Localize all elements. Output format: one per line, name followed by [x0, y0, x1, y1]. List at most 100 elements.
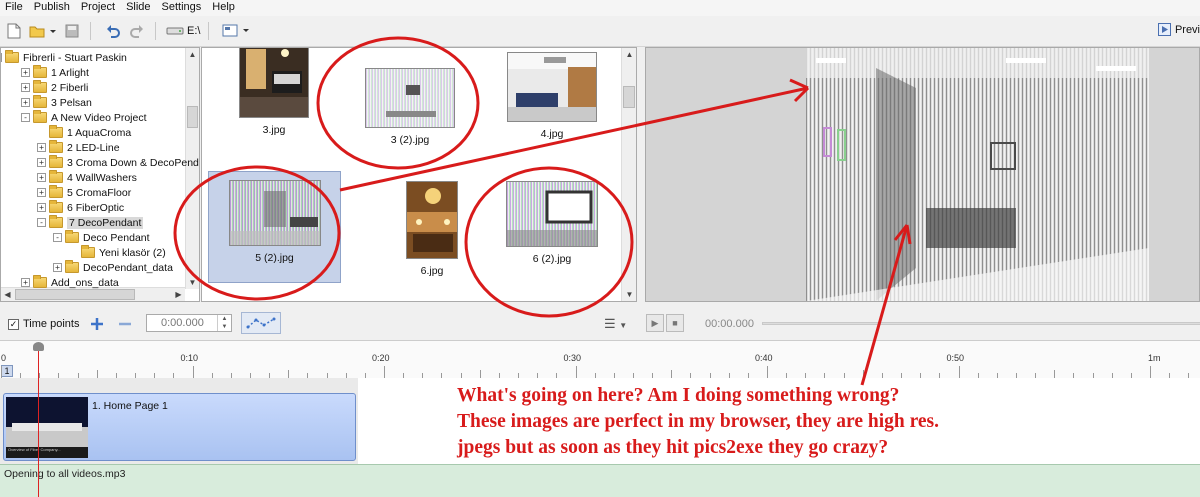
menu-settings[interactable]: Settings [157, 0, 208, 16]
new-file-icon[interactable] [4, 21, 24, 41]
tree-item[interactable]: 1 AquaCroma [37, 125, 131, 140]
expand-icon[interactable]: + [53, 263, 62, 272]
tree-item-label: Deco Pendant [83, 231, 150, 244]
timepoints-checkbox[interactable]: ✓ [8, 318, 19, 330]
scroll-left-arrow-icon[interactable]: ◀ [1, 288, 14, 301]
add-timepoint-icon[interactable] [89, 316, 105, 332]
redo-icon[interactable] [127, 21, 147, 41]
tree-item-label: 2 Fiberli [51, 81, 89, 94]
scroll-thumb[interactable] [187, 106, 198, 128]
folder-icon [49, 170, 63, 183]
time-spinner-icon[interactable]: ▲ ▼ [217, 315, 231, 331]
folder-icon [33, 95, 47, 108]
list-menu-icon[interactable]: ☰ ▼ [604, 316, 627, 332]
tree-item[interactable]: Yeni klasör (2) [69, 245, 166, 260]
tree-item[interactable]: + DecoPendant_data [53, 260, 173, 275]
thumbnail-item[interactable]: 4.jpg [492, 48, 612, 162]
tree-item[interactable]: +3 Pelsan [21, 95, 92, 110]
folder-icon [49, 125, 63, 138]
playback-seekbar[interactable] [762, 322, 1200, 325]
thumbnail-image [507, 52, 597, 122]
preview-button[interactable]: Previ [1157, 23, 1200, 36]
tree-item-label: 6 FiberOptic [67, 201, 125, 214]
tree-item[interactable]: - A New Video Project [21, 110, 147, 125]
tree-item[interactable]: +6 FiberOptic [37, 200, 124, 215]
playhead-handle[interactable] [33, 342, 44, 351]
curve-editor-button[interactable] [241, 312, 281, 334]
play-icon[interactable]: ▶ [646, 314, 664, 332]
playback-controls: ▶ ■ [646, 314, 684, 332]
slide-number-badge[interactable]: 1 [1, 365, 13, 377]
thumbnail-item[interactable]: 6 (2).jpg [492, 171, 612, 291]
slide-clip[interactable]: Overview of Fiber Company... 1. Home Pag… [3, 393, 356, 461]
tree-item[interactable]: - 7 DecoPendant [37, 215, 144, 230]
view-mode-icon[interactable] [221, 21, 253, 41]
expand-icon[interactable]: + [21, 68, 30, 77]
timepoint-time-input[interactable]: 0:00.000 ▲ ▼ [146, 314, 232, 332]
expand-icon[interactable]: + [21, 278, 30, 287]
scroll-up-arrow-icon[interactable]: ▲ [623, 48, 636, 61]
tree-item[interactable]: - Deco Pendant [53, 230, 150, 245]
drive-selector[interactable]: E:\ [166, 25, 200, 37]
scroll-up-arrow-icon[interactable]: ▲ [186, 48, 199, 61]
scroll-right-arrow-icon[interactable]: ▶ [172, 288, 185, 301]
audio-track[interactable]: Opening to all videos.mp3 [0, 464, 1200, 497]
thumbnail-item[interactable]: 3.jpg [214, 48, 334, 150]
menu-publish[interactable]: Publish [29, 0, 76, 16]
expand-icon[interactable]: + [37, 188, 46, 197]
tree-item-label: 5 CromaFloor [67, 186, 132, 199]
collapse-icon[interactable]: - [37, 218, 46, 227]
folder-tree[interactable]: ▲ ▼ ◀ ▶ - Fibrerli - Stuart Paskin+1 Arli… [0, 47, 200, 302]
thumbnail-item[interactable]: 3 (2).jpg [350, 58, 470, 178]
save-icon[interactable] [62, 21, 82, 41]
thumbnail-caption: 3 (2).jpg [390, 134, 430, 146]
tree-item[interactable]: - Fibrerli - Stuart Paskin [1, 50, 127, 65]
ruler-tick [96, 370, 98, 378]
ruler-tick [192, 366, 194, 378]
tree-item[interactable]: +5 CromaFloor [37, 185, 131, 200]
thumbnail-browser[interactable]: 3.jpg 3 (2).jpg 4.jpg 5 (2).jpg 6.jpg 6 … [201, 47, 637, 302]
tree-item-label: 4 WallWashers [67, 171, 137, 184]
menu-help[interactable]: Help [207, 0, 241, 16]
expand-icon[interactable]: + [21, 83, 30, 92]
thumbnail-caption: 6.jpg [420, 265, 444, 277]
scroll-thumb[interactable] [15, 289, 135, 300]
tree-item[interactable]: +4 WallWashers [37, 170, 137, 185]
ruler-label: 0 [1, 353, 7, 363]
tree-item-label: Yeni klasör (2) [99, 246, 166, 259]
undo-icon[interactable] [103, 21, 123, 41]
annotation-line: What's going on here? Am I doing somethi… [457, 385, 900, 406]
tree-item[interactable]: + Add_ons_data [21, 275, 119, 290]
expand-icon[interactable]: + [37, 173, 46, 182]
tree-item-label: Fibrerli - Stuart Paskin [23, 51, 127, 64]
thumbnails-vertical-scrollbar[interactable]: ▲ ▼ [621, 48, 636, 301]
menu-project[interactable]: Project [76, 0, 121, 16]
scroll-down-arrow-icon[interactable]: ▼ [623, 288, 636, 301]
tree-item[interactable]: +1 Arlight [21, 65, 89, 80]
timeline-ruler[interactable]: 1 0 0:10 0:20 0:30 0:40 0:50 1m [0, 340, 1200, 378]
toolbar-separator [90, 22, 91, 40]
expand-icon[interactable]: + [37, 143, 46, 152]
tree-item[interactable]: +3 Croma Down & DecoPend [37, 155, 199, 170]
menu-slide[interactable]: Slide [121, 0, 156, 16]
scroll-thumb[interactable] [623, 86, 635, 108]
folder-icon [49, 155, 63, 168]
expand-icon[interactable]: + [21, 98, 30, 107]
collapse-icon[interactable]: - [53, 233, 62, 242]
tree-item[interactable]: +2 Fiberli [21, 80, 88, 95]
collapse-icon[interactable]: - [21, 113, 30, 122]
ruler-label: 0:10 [180, 353, 199, 363]
ruler-label: 0:40 [755, 353, 773, 363]
thumbnail-item[interactable]: 6.jpg [372, 171, 492, 291]
tree-item[interactable]: +2 LED-Line [37, 140, 120, 155]
stop-icon[interactable]: ■ [666, 314, 684, 332]
scroll-down-arrow-icon[interactable]: ▼ [186, 276, 199, 289]
menu-file[interactable]: File [0, 0, 29, 16]
expand-icon[interactable]: + [37, 203, 46, 212]
annotation-line: jpegs but as soon as they hit pics2exe t… [457, 437, 889, 458]
remove-timepoint-icon[interactable] [117, 316, 133, 332]
expand-icon[interactable]: + [37, 158, 46, 167]
collapse-icon[interactable]: - [1, 53, 2, 62]
open-folder-icon[interactable] [28, 21, 58, 41]
thumbnail-item-selected[interactable]: 5 (2).jpg [208, 171, 341, 283]
